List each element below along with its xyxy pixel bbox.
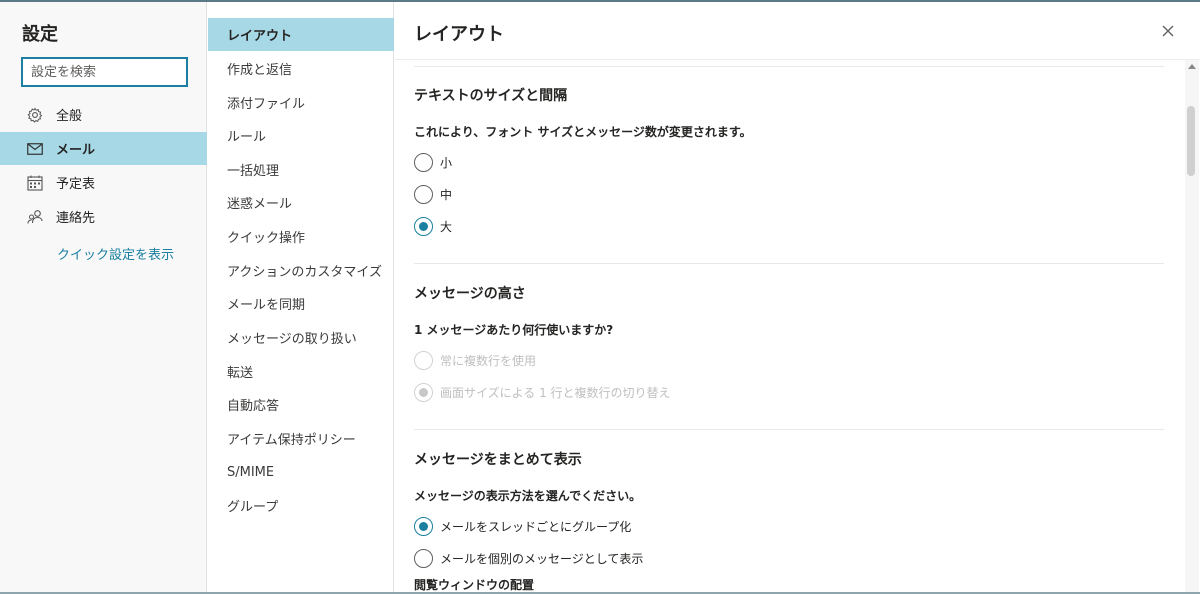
settings-title: 設定 <box>22 24 58 45</box>
radio-individual-messages[interactable]: メールを個別のメッセージとして表示 <box>414 547 643 569</box>
radio-group-by-thread[interactable]: メールをスレッドごとにグループ化 <box>414 515 631 537</box>
nav-item-layout[interactable]: レイアウト <box>208 18 394 51</box>
radio-text-size-small[interactable]: 小 <box>414 151 452 173</box>
header-divider <box>395 59 1200 60</box>
quick-settings-link[interactable]: クイック設定を表示 <box>57 244 174 263</box>
nav-item-automatic-replies[interactable]: 自動応答 <box>208 388 394 421</box>
nav-item-compose-reply[interactable]: 作成と返信 <box>208 52 394 85</box>
category-people[interactable]: 連絡先 <box>0 200 207 233</box>
settings-search-input[interactable] <box>21 57 188 87</box>
radio-circle <box>414 548 433 568</box>
section-divider <box>414 66 1164 67</box>
calendar-icon <box>24 175 46 191</box>
radio-label: メールを個別のメッセージとして表示 <box>440 551 644 566</box>
nav-item-customize-actions[interactable]: アクションのカスタマイズ <box>208 254 394 287</box>
people-icon <box>24 209 46 225</box>
nav-item-rules[interactable]: ルール <box>208 119 394 152</box>
nav-item-quick-steps[interactable]: クイック操作 <box>208 220 394 253</box>
nav-item-attachments[interactable]: 添付ファイル <box>208 86 394 119</box>
reading-pane-section-title: 閲覧ウィンドウの配置 <box>414 578 535 592</box>
nav-item-junk-email[interactable]: 迷惑メール <box>208 186 394 219</box>
scrollbar-thumb[interactable] <box>1187 106 1195 176</box>
radio-text-size-medium[interactable]: 中 <box>414 183 452 205</box>
radio-circle <box>414 184 433 204</box>
radio-circle <box>414 216 433 236</box>
radio-circle <box>414 152 433 172</box>
close-button[interactable] <box>1157 20 1179 42</box>
category-mail[interactable]: メール <box>0 132 207 165</box>
nav-item-sync-email[interactable]: メールを同期 <box>208 287 394 320</box>
text-size-description: これにより、フォント サイズとメッセージ数が変更されます。 <box>414 125 752 139</box>
gear-icon <box>24 107 46 123</box>
radio-label: 小 <box>440 155 453 170</box>
page-title: レイアウト <box>414 24 504 45</box>
message-height-description: 1 メッセージあたり何行使いますか? <box>414 323 614 337</box>
radio-switch-by-screen-size[interactable]: 画面サイズによる 1 行と複数行の切り替え <box>414 381 671 403</box>
mail-icon <box>24 142 46 155</box>
radio-label: 画面サイズによる 1 行と複数行の切り替え <box>440 385 671 400</box>
radio-selected-dot <box>419 387 428 397</box>
grouping-section-title: メッセージをまとめて表示 <box>414 452 582 468</box>
mail-settings-nav: レイアウト 作成と返信 添付ファイル ルール 一括処理 迷惑メール クイック操作… <box>208 2 394 592</box>
radio-circle <box>414 516 433 536</box>
nav-item-retention-policies[interactable]: アイテム保持ポリシー <box>208 422 394 455</box>
nav-item-groups[interactable]: グループ <box>208 489 394 522</box>
section-divider <box>414 263 1164 264</box>
radio-selected-dot <box>419 521 428 531</box>
message-height-section-title: メッセージの高さ <box>414 286 526 302</box>
category-calendar[interactable]: 予定表 <box>0 166 207 199</box>
radio-label: メールをスレッドごとにグループ化 <box>440 519 632 534</box>
category-label: メール <box>56 143 96 158</box>
nav-item-smime[interactable]: S/MIME <box>208 456 394 489</box>
category-label: 連絡先 <box>56 211 96 226</box>
section-divider <box>414 429 1164 430</box>
grouping-description: メッセージの表示方法を選んでください。 <box>414 489 642 503</box>
text-size-section-title: テキストのサイズと間隔 <box>414 88 568 104</box>
category-label: 予定表 <box>56 177 96 192</box>
category-general[interactable]: 全般 <box>0 98 207 131</box>
radio-circle <box>414 350 433 370</box>
nav-item-forwarding[interactable]: 転送 <box>208 355 394 388</box>
radio-selected-dot <box>419 221 428 231</box>
category-label: 全般 <box>56 109 83 124</box>
nav-item-message-handling[interactable]: メッセージの取り扱い <box>208 321 394 354</box>
radio-always-multiline[interactable]: 常に複数行を使用 <box>414 349 536 371</box>
close-icon <box>1162 22 1174 41</box>
radio-label: 大 <box>440 219 453 234</box>
scroll-up-icon[interactable] <box>1188 64 1196 69</box>
radio-label: 中 <box>440 187 453 202</box>
nav-item-sweep[interactable]: 一括処理 <box>208 153 394 186</box>
layout-settings-panel: レイアウト テキストのサイズと間隔 これにより、フォント サイズとメッセージ数が… <box>395 2 1200 592</box>
radio-circle <box>414 382 433 402</box>
radio-text-size-large[interactable]: 大 <box>414 215 452 237</box>
settings-category-pane: 設定 全般 メール 予定表 連絡先 クイック設定を表示 <box>0 2 207 592</box>
radio-label: 常に複数行を使用 <box>440 353 537 368</box>
